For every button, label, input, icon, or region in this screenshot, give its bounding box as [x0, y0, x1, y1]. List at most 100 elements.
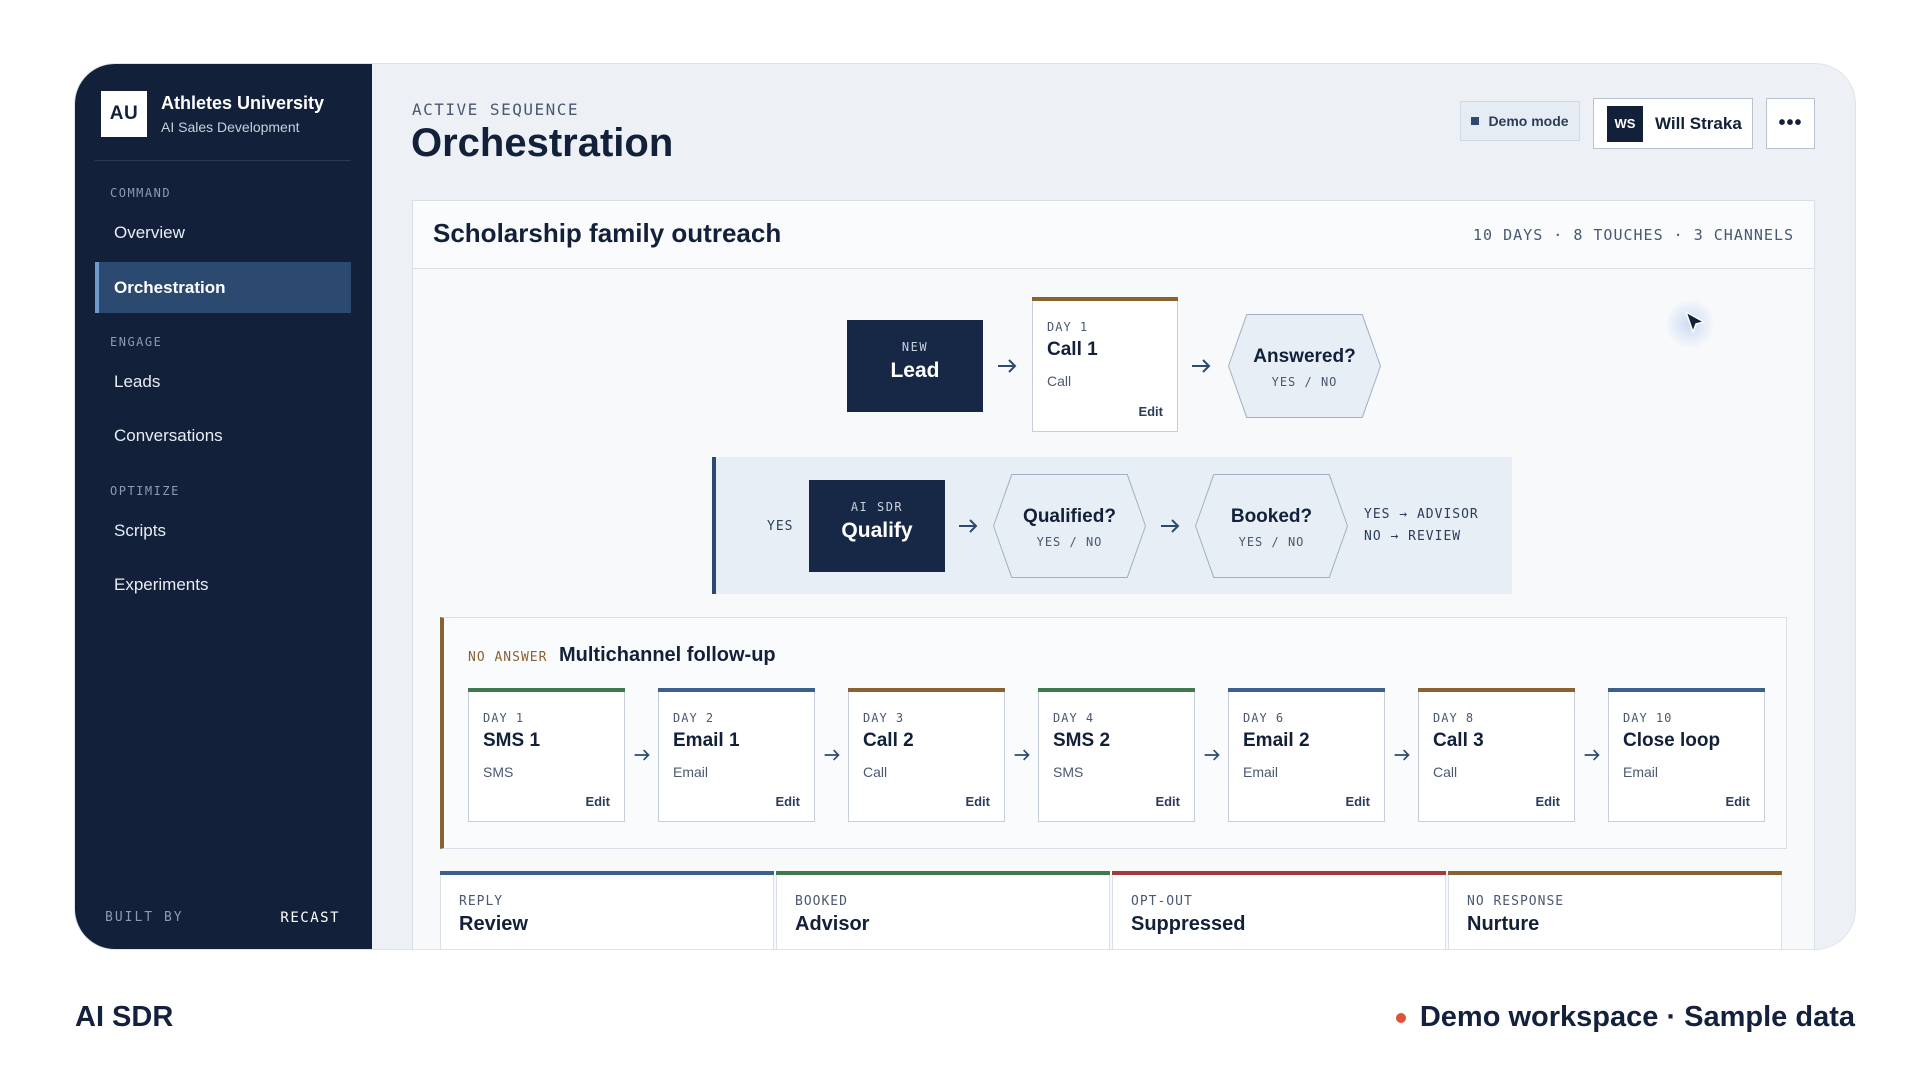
user-menu-button[interactable]: WS Will Straka [1593, 98, 1753, 149]
footer-product-name: AI SDR [75, 1001, 174, 1033]
outcome-label: OPT-OUT [1131, 894, 1193, 909]
edit-button[interactable]: Edit [1138, 404, 1163, 419]
step-name: Email 2 [1243, 730, 1310, 751]
edit-button[interactable]: Edit [1535, 794, 1560, 809]
page-eyebrow: ACTIVE SEQUENCE [412, 100, 579, 119]
user-name: Will Straka [1655, 113, 1742, 133]
lead-node-label: NEW [901, 340, 929, 354]
step-card[interactable]: DAY 10 Close loop Email Edit [1608, 688, 1765, 822]
outcome-bar [1448, 871, 1782, 875]
brand-subtitle: AI Sales Development [161, 119, 300, 135]
decision-answered[interactable]: Answered? YES / NO [1228, 314, 1381, 418]
outcome-title: Review [459, 913, 528, 935]
sidebar-section-command: COMMAND [110, 186, 172, 200]
ellipsis-icon: ••• [1778, 112, 1803, 134]
followup-tag: NO ANSWER [468, 650, 548, 665]
lead-node[interactable]: NEW Lead [847, 320, 983, 412]
arrow-right-icon [1014, 749, 1030, 761]
step-day: DAY 8 [1433, 711, 1475, 725]
step-name: SMS 2 [1053, 730, 1111, 751]
step-card[interactable]: DAY 2 Email 1 Email Edit [658, 688, 815, 822]
sidebar-item-conversations[interactable]: Conversations [95, 410, 351, 461]
step-name: Call 2 [863, 730, 914, 751]
edit-button[interactable]: Edit [1345, 794, 1370, 809]
arrow-right-icon [1204, 749, 1220, 761]
built-by-label: BUILT BY [105, 910, 184, 925]
brand: AU Athletes University AI Sales Developm… [101, 91, 324, 137]
outcome-opt-out[interactable]: OPT-OUT Suppressed [1112, 871, 1446, 949]
sidebar-item-leads[interactable]: Leads [95, 356, 351, 407]
sidebar-item-experiments[interactable]: Experiments [95, 559, 351, 610]
step-card[interactable]: DAY 3 Call 2 Call Edit [848, 688, 1005, 822]
recast-link[interactable]: RECAST [280, 910, 340, 926]
sidebar-section-engage: ENGAGE [110, 335, 163, 349]
arrow-right-icon [1192, 359, 1211, 373]
sidebar: AU Athletes University AI Sales Developm… [75, 64, 372, 949]
edit-button[interactable]: Edit [1725, 794, 1750, 809]
step-day: DAY 3 [863, 711, 905, 725]
channel-bar [848, 688, 1005, 692]
avatar: WS [1607, 105, 1643, 142]
more-options-button[interactable]: ••• [1766, 98, 1815, 149]
edit-button[interactable]: Edit [1155, 794, 1180, 809]
step-name: SMS 1 [483, 730, 541, 751]
outcome-label: NO RESPONSE [1467, 894, 1565, 909]
step-day: DAY 10 [1623, 711, 1673, 725]
arrow-right-icon [1584, 749, 1600, 761]
decision-question: Qualified? [1023, 506, 1116, 527]
outcome-no-response[interactable]: NO RESPONSE Nurture [1448, 871, 1782, 949]
sequence-meta: 10 DAYS · 8 TOUCHES · 3 CHANNELS [1473, 226, 1794, 244]
outcome-booked[interactable]: BOOKED Advisor [776, 871, 1110, 949]
footer-workspace-label: Demo workspace · Sample data [1419, 1001, 1855, 1033]
edit-button[interactable]: Edit [775, 794, 800, 809]
outcome-title: Advisor [795, 913, 870, 935]
step-card[interactable]: DAY 6 Email 2 Email Edit [1228, 688, 1385, 822]
edit-button[interactable]: Edit [965, 794, 990, 809]
decision-options: YES / NO [1271, 375, 1338, 389]
brand-name: Athletes University [161, 93, 325, 113]
step-channel: SMS [483, 764, 514, 780]
outcome-bar [440, 871, 774, 875]
qualify-node-label: AI SDR [850, 500, 904, 514]
qualify-node[interactable]: AI SDR Qualify [809, 480, 945, 572]
sidebar-item-overview[interactable]: Overview [95, 207, 351, 258]
step-card[interactable]: DAY 1 SMS 1 SMS Edit [468, 688, 625, 822]
step-channel: SMS [1053, 764, 1084, 780]
outcome-no-label: NO → REVIEW [1364, 529, 1462, 544]
outcome-bar [776, 871, 1110, 875]
channel-bar [1418, 688, 1575, 692]
outcome-label: REPLY [459, 894, 504, 909]
arrow-right-icon [634, 749, 650, 761]
sidebar-section-optimize: OPTIMIZE [110, 484, 180, 498]
sidebar-divider [95, 160, 351, 161]
decision-qualified[interactable]: Qualified? YES / NO [993, 474, 1146, 578]
outcome-label: BOOKED [795, 894, 848, 909]
sequence-card-header: Scholarship family outreach 10 DAYS · 8 … [413, 201, 1814, 269]
step-call-1[interactable]: DAY 1 Call 1 Call Edit [1032, 297, 1178, 432]
brand-logo: AU [101, 91, 147, 137]
demo-mode-button[interactable]: Demo mode [1460, 101, 1580, 141]
sequence-title: Scholarship family outreach [433, 218, 782, 248]
decision-options: YES / NO [1036, 535, 1103, 549]
outcome-yes-label: YES → ADVISOR [1364, 507, 1479, 522]
channel-bar [1608, 688, 1765, 692]
arrow-right-icon [959, 519, 978, 533]
cursor-icon [1685, 311, 1705, 333]
sidebar-item-orchestration[interactable]: Orchestration [95, 262, 351, 313]
step-card[interactable]: DAY 8 Call 3 Call Edit [1418, 688, 1575, 822]
outcome-reply[interactable]: REPLY Review [440, 871, 774, 949]
channel-bar [1032, 297, 1178, 301]
step-name: Email 1 [673, 730, 740, 751]
outcome-title: Nurture [1467, 913, 1540, 935]
step-day: DAY 1 [1047, 320, 1089, 334]
status-dot-icon [1395, 1012, 1406, 1023]
channel-bar [1038, 688, 1195, 692]
sidebar-item-scripts[interactable]: Scripts [95, 505, 351, 556]
square-icon [1471, 117, 1480, 125]
step-channel: Call [1433, 764, 1458, 780]
decision-booked[interactable]: Booked? YES / NO [1195, 474, 1348, 578]
edit-button[interactable]: Edit [585, 794, 610, 809]
branch-outcomes: YES → ADVISOR NO → REVIEW [1364, 504, 1479, 548]
step-card[interactable]: DAY 4 SMS 2 SMS Edit [1038, 688, 1195, 822]
step-day: DAY 6 [1243, 711, 1285, 725]
